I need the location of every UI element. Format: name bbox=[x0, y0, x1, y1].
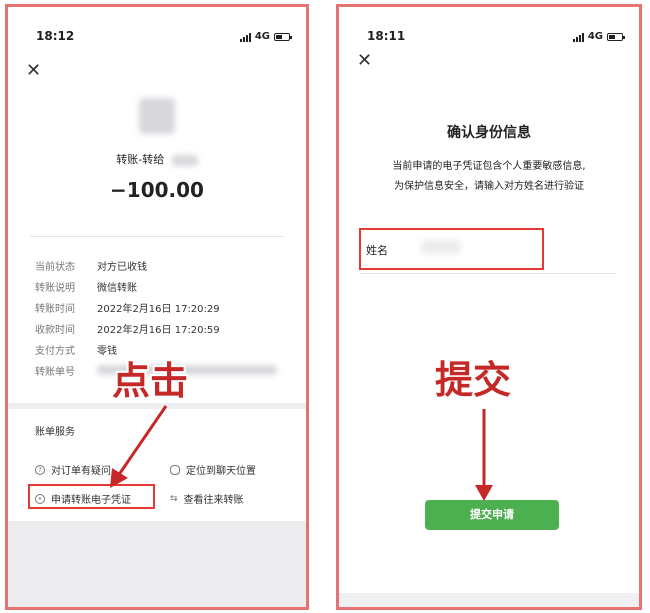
status-time: 18:12 bbox=[36, 29, 75, 43]
detail-row-receive-time: 收款时间 2022年2月16日 17:20:59 bbox=[35, 321, 220, 336]
detail-row-payment: 支付方式 零钱 bbox=[35, 342, 117, 357]
name-input-redacted[interactable] bbox=[421, 240, 461, 254]
bottom-nav-bar bbox=[339, 593, 639, 607]
detail-row-transfer-time: 转账时间 2022年2月16日 17:20:29 bbox=[35, 300, 220, 315]
swap-icon: ⇆ bbox=[170, 493, 178, 504]
input-underline bbox=[359, 273, 617, 274]
avatar bbox=[139, 98, 175, 134]
network-label: 4G bbox=[587, 31, 603, 42]
left-phone-screen: 18:12 4G ✕ 转账-转给 −100.00 当前状态 对方已收钱 转账说明… bbox=[5, 4, 309, 610]
status-time: 18:11 bbox=[367, 29, 406, 43]
amount: −100.00 bbox=[110, 178, 204, 202]
description-line-2: 为保护信息安全，请输入对方姓名进行验证 bbox=[394, 181, 584, 192]
service-label: 定位到聊天位置 bbox=[186, 466, 256, 477]
detail-value: 对方已收钱 bbox=[97, 262, 147, 273]
detail-label: 转账单号 bbox=[35, 367, 75, 378]
detail-label: 当前状态 bbox=[35, 262, 75, 273]
pointer-arrow bbox=[110, 405, 168, 488]
name-label: 姓名 bbox=[366, 244, 388, 257]
close-icon[interactable]: ✕ bbox=[357, 52, 372, 70]
click-callout: 点击 bbox=[112, 359, 189, 403]
right-phone-screen: 18:11 4G ✕ 确认身份信息 当前申请的电子凭证包含个人重要敏感信息, 为… bbox=[336, 4, 642, 610]
network-label: 4G bbox=[254, 31, 270, 42]
detail-label: 支付方式 bbox=[35, 346, 75, 357]
detail-value: 微信转账 bbox=[97, 283, 137, 294]
status-bar: 18:11 4G bbox=[339, 29, 639, 47]
view-history-link[interactable]: ⇆ 查看往来转账 bbox=[170, 491, 244, 507]
battery-icon bbox=[607, 32, 625, 41]
detail-value: 2022年2月16日 17:20:29 bbox=[97, 304, 220, 315]
description-line-1: 当前申请的电子凭证包含个人重要敏感信息, bbox=[392, 161, 586, 172]
recipient-name-redacted bbox=[171, 154, 198, 166]
signal-icon bbox=[572, 32, 584, 42]
status-indicators: 4G bbox=[572, 31, 625, 42]
detail-label: 转账时间 bbox=[35, 304, 75, 315]
transfer-title-row: 转账-转给 bbox=[8, 151, 306, 167]
page-title: 确认身份信息 bbox=[447, 125, 531, 141]
transfer-title: 转账-转给 bbox=[116, 153, 165, 166]
divider bbox=[30, 236, 284, 237]
bottom-area bbox=[8, 521, 306, 607]
detail-row-status: 当前状态 对方已收钱 bbox=[35, 258, 147, 273]
question-icon: ? bbox=[35, 464, 45, 475]
submit-button[interactable]: 提交申请 bbox=[425, 500, 559, 530]
signal-icon bbox=[239, 32, 251, 42]
detail-value: 2022年2月16日 17:20:59 bbox=[97, 325, 220, 336]
submit-callout: 提交 bbox=[435, 358, 512, 402]
detail-label: 转账说明 bbox=[35, 283, 75, 294]
pointer-arrow bbox=[475, 409, 493, 501]
status-indicators: 4G bbox=[239, 31, 292, 42]
locate-chat-link[interactable]: 定位到聊天位置 bbox=[170, 462, 256, 477]
detail-label: 收款时间 bbox=[35, 325, 75, 336]
status-bar: 18:12 4G bbox=[8, 29, 306, 47]
service-section-title: 账单服务 bbox=[35, 427, 75, 438]
battery-icon bbox=[274, 32, 292, 41]
service-label: 查看往来转账 bbox=[183, 495, 244, 506]
close-icon[interactable]: ✕ bbox=[26, 62, 41, 80]
detail-row-note: 转账说明 微信转账 bbox=[35, 279, 137, 294]
